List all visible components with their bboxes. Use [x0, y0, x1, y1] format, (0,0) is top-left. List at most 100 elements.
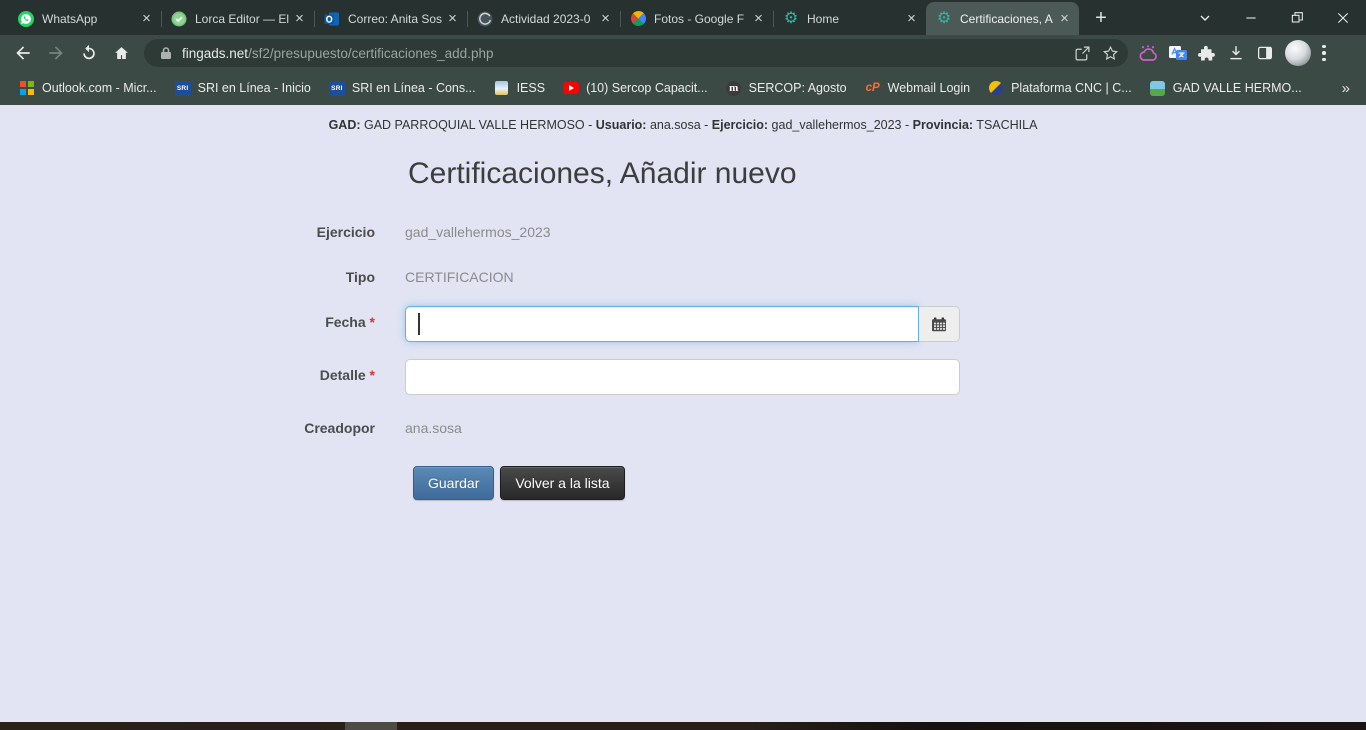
form-row-fecha: Fecha * — [0, 306, 1366, 342]
chrome-menu-icon[interactable] — [1322, 45, 1326, 62]
bookmark-sercop-youtube[interactable]: (10) Sercop Capacit... — [554, 76, 717, 100]
ejercicio-value: gad_vallehermos_2023 - — [768, 118, 913, 132]
tab-close-icon[interactable] — [138, 10, 155, 27]
bookmark-label: SRI en Línea - Inicio — [198, 81, 311, 95]
detalle-input[interactable] — [405, 359, 960, 395]
window-controls — [1182, 0, 1366, 35]
tab-correo-outlook[interactable]: Correo: Anita Sos — [314, 2, 467, 35]
usuario-label: Usuario: — [596, 118, 647, 132]
gad-label: GAD: — [329, 118, 361, 132]
youtube-icon — [563, 80, 579, 96]
fecha-field-label: Fecha * — [0, 306, 375, 330]
tab-home[interactable]: Home — [773, 2, 926, 35]
form-row-detalle: Detalle * — [0, 359, 1366, 395]
tab-close-icon[interactable] — [597, 10, 614, 27]
close-window-button[interactable] — [1320, 0, 1366, 35]
form-row-ejercicio: Ejercicio gad_vallehermos_2023 — [0, 216, 1366, 244]
certification-form: Ejercicio gad_vallehermos_2023 Tipo CERT… — [0, 216, 1366, 500]
url-domain: fingads.net — [182, 46, 248, 61]
check-badge-icon — [171, 11, 187, 27]
bookmark-label: (10) Sercop Capacit... — [586, 81, 708, 95]
fecha-input[interactable] — [405, 306, 919, 342]
tipo-value: CERTIFICACION — [405, 261, 960, 289]
profile-avatar[interactable] — [1285, 40, 1311, 66]
lock-icon[interactable] — [156, 40, 176, 66]
bookmark-sri-consultas[interactable]: SRI SRI en Línea - Cons... — [320, 76, 485, 100]
browser-toolbar: fingads.net/sf2/presupuesto/certificacio… — [0, 35, 1366, 71]
new-tab-button[interactable] — [1087, 4, 1115, 32]
tab-google-fotos[interactable]: Fotos - Google F — [620, 2, 773, 35]
url-path: /sf2/presupuesto/certificaciones_add.php — [248, 46, 493, 61]
bookmark-label: Webmail Login — [888, 81, 970, 95]
tab-close-icon[interactable] — [750, 10, 767, 27]
home-icon[interactable] — [105, 37, 138, 69]
google-translate-extension-icon[interactable] — [1169, 44, 1187, 62]
required-asterisk: * — [370, 367, 375, 383]
calendar-picker-button[interactable] — [919, 306, 960, 342]
tab-close-icon[interactable] — [903, 10, 920, 27]
bookmark-sri-inicio[interactable]: SRI SRI en Línea - Inicio — [166, 76, 320, 100]
bookmarks-bar: Outlook.com - Micr... SRI SRI en Línea -… — [0, 71, 1366, 105]
outlook-icon — [324, 11, 340, 27]
bookmark-label: SRI en Línea - Cons... — [352, 81, 476, 95]
gad-value: GAD PARROQUIAL VALLE HERMOSO - — [361, 118, 596, 132]
side-panel-icon[interactable] — [1256, 44, 1274, 62]
bookmark-label: GAD VALLE HERMO... — [1173, 81, 1302, 95]
tab-title: Fotos - Google F — [654, 12, 750, 26]
tab-actividad[interactable]: Actividad 2023-0 — [467, 2, 620, 35]
bookmark-webmail[interactable]: cP Webmail Login — [856, 76, 979, 100]
tab-close-icon[interactable] — [291, 10, 308, 27]
minimize-button[interactable] — [1228, 0, 1274, 35]
share-icon[interactable] — [1068, 40, 1096, 66]
microsoft-icon — [19, 80, 35, 96]
sercop-icon: m — [726, 81, 741, 96]
web-page: GAD: GAD PARROQUIAL VALLE HERMOSO - Usua… — [0, 105, 1366, 722]
ejercicio-value: gad_vallehermos_2023 — [405, 216, 960, 244]
fingads-gear-icon — [936, 11, 952, 27]
provincia-value: TSACHILA — [973, 118, 1037, 132]
bookmarks-overflow-chevron-icon[interactable] — [1336, 76, 1356, 101]
extensions-puzzle-icon[interactable] — [1198, 44, 1216, 62]
tab-title: Correo: Anita Sos — [348, 12, 444, 26]
bookmark-gad-valle-hermoso[interactable]: GAD VALLE HERMO... — [1141, 76, 1311, 100]
tab-search-chevron-icon[interactable] — [1182, 0, 1228, 35]
forward-icon[interactable] — [39, 37, 72, 69]
cnc-icon — [988, 80, 1004, 96]
tab-title: WhatsApp — [42, 12, 138, 26]
bookmark-sercop-agosto[interactable]: m SERCOP: Agosto — [717, 76, 856, 100]
creadopor-value: ana.sosa — [405, 412, 960, 440]
tab-strip: WhatsApp Lorca Editor — El Correo: Anita… — [0, 0, 1366, 35]
ejercicio-field-label: Ejercicio — [0, 216, 375, 240]
bookmark-label: Plataforma CNC | C... — [1011, 81, 1132, 95]
creadopor-field-label: Creadopor — [0, 412, 375, 436]
tab-lorca-editor[interactable]: Lorca Editor — El — [161, 2, 314, 35]
bookmark-star-icon[interactable] — [1096, 40, 1124, 66]
weather-cloud-extension-icon[interactable] — [1138, 45, 1158, 62]
address-bar[interactable]: fingads.net/sf2/presupuesto/certificacio… — [144, 39, 1128, 67]
bookmark-outlook[interactable]: Outlook.com - Micr... — [10, 76, 166, 100]
tab-title: Lorca Editor — El — [195, 12, 291, 26]
cpanel-icon: cP — [866, 82, 880, 94]
downloads-icon[interactable] — [1227, 44, 1245, 62]
tab-close-icon[interactable] — [1056, 10, 1073, 27]
restore-button[interactable] — [1274, 0, 1320, 35]
form-row-tipo: Tipo CERTIFICACION — [0, 261, 1366, 289]
bookmark-label: SERCOP: Agosto — [749, 81, 847, 95]
google-photos-icon — [630, 11, 646, 27]
ejercicio-label: Ejercicio: — [712, 118, 768, 132]
taskbar-highlight-segment — [345, 722, 397, 730]
fingads-gear-icon — [783, 11, 799, 27]
tab-title: Home — [807, 12, 903, 26]
back-icon[interactable] — [6, 37, 39, 69]
volver-a-la-lista-button[interactable]: Volver a la lista — [500, 466, 624, 500]
extensions-area — [1138, 40, 1326, 66]
guardar-button[interactable]: Guardar — [413, 466, 494, 500]
globe-swirl-icon — [477, 11, 493, 27]
whatsapp-icon — [18, 11, 34, 27]
bookmark-iess[interactable]: IESS — [485, 76, 555, 100]
tab-whatsapp[interactable]: WhatsApp — [8, 2, 161, 35]
tab-certificaciones-active[interactable]: Certificaciones, A — [926, 2, 1079, 35]
reload-icon[interactable] — [72, 37, 105, 69]
tab-close-icon[interactable] — [444, 10, 461, 27]
bookmark-plataforma-cnc[interactable]: Plataforma CNC | C... — [979, 76, 1141, 100]
